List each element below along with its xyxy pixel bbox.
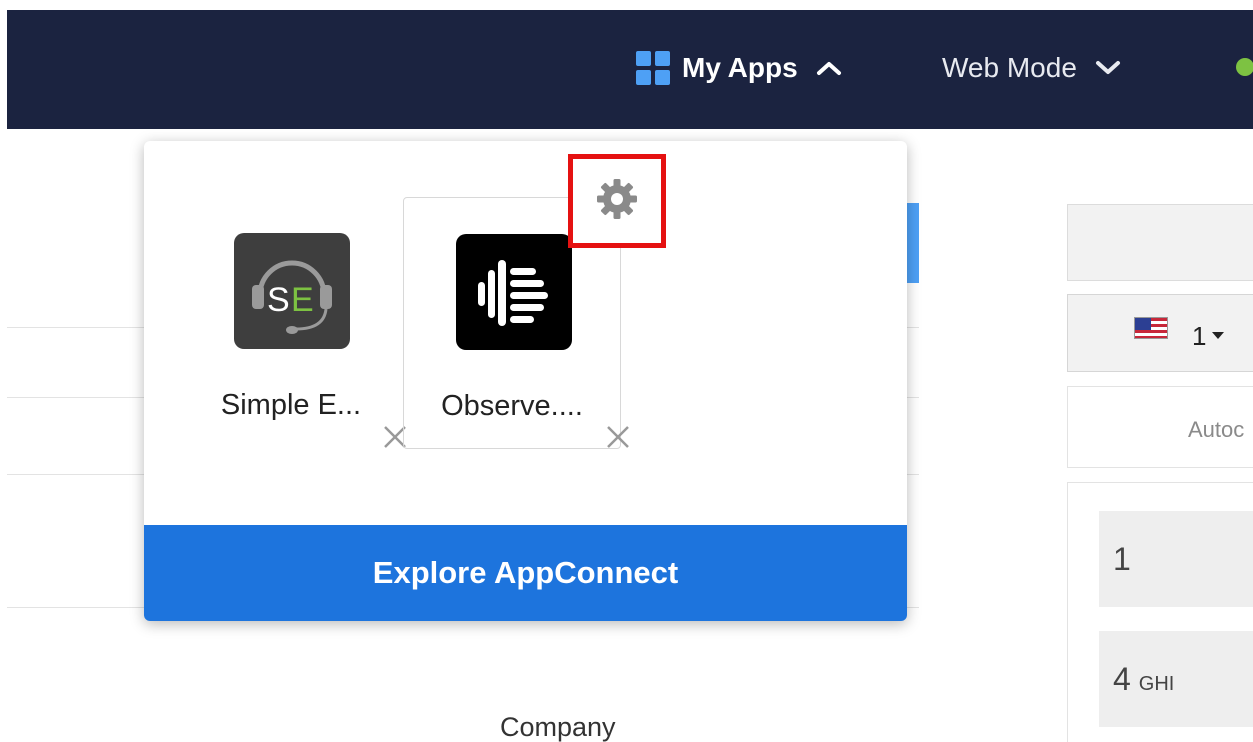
chevron-up-icon (814, 58, 844, 78)
us-flag-icon (1134, 317, 1168, 339)
key-number: 1 (1113, 541, 1131, 577)
autocomplete-text: Autoc (1188, 417, 1245, 442)
company-label: Company (500, 712, 616, 742)
remove-app-close-icon[interactable] (603, 422, 633, 452)
country-code-value: 1 (1192, 320, 1207, 351)
background-blue-tab (906, 203, 919, 283)
chevron-down-icon (1093, 58, 1123, 78)
caret-down-icon (1212, 331, 1225, 339)
my-apps-dropdown: S E Simple E... Observe.... Explore AppC… (144, 141, 907, 621)
app-tile-simple-e[interactable]: S E Simple E... (182, 197, 400, 449)
svg-text:E: E (291, 281, 314, 319)
country-code-select[interactable]: 1 (1067, 294, 1253, 372)
svg-text:S: S (267, 281, 290, 319)
keypad-key-1[interactable]: 1 (1099, 511, 1253, 607)
explore-appconnect-button[interactable]: Explore AppConnect (144, 525, 907, 621)
top-strip (0, 0, 1253, 10)
web-mode-label: Web Mode (942, 52, 1077, 83)
keypad-key-4[interactable]: 4 GHI (1099, 631, 1253, 727)
key-number: 4 GHI (1113, 661, 1175, 697)
apps-grid-icon (636, 51, 670, 85)
app-name: Simple E... (220, 389, 362, 421)
app-name: Observe.... (441, 390, 583, 422)
page: My Apps Web Mode Company 1 Autoc 1 4GHI (0, 0, 1253, 742)
key-letters: GHI (1138, 673, 1175, 695)
my-apps-label: My Apps (682, 52, 798, 83)
simple-e-app-icon: S E (234, 233, 350, 349)
dialer-top-panel (1067, 204, 1253, 281)
status-indicator-dot (1236, 58, 1253, 76)
app-settings-highlight-box[interactable] (568, 154, 666, 248)
web-mode-menu-button[interactable]: Web Mode (942, 50, 1123, 86)
gear-icon (595, 177, 639, 226)
my-apps-menu-button[interactable]: My Apps (636, 50, 844, 86)
observe-ai-app-icon (456, 234, 572, 350)
autocomplete-input[interactable]: Autoc (1067, 386, 1253, 468)
